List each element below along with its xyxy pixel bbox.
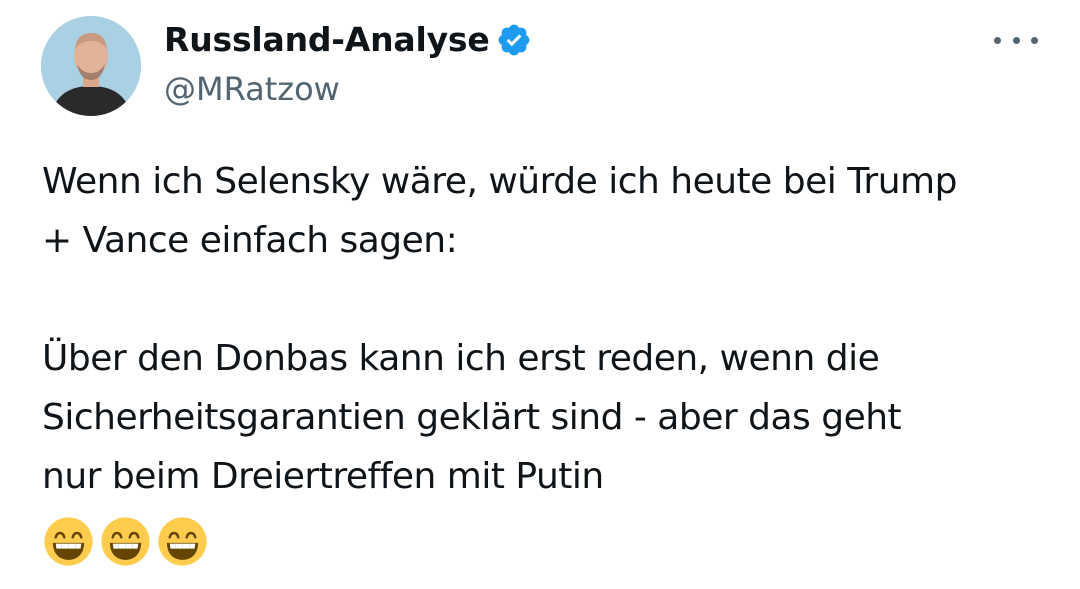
- emoji-row: [43, 516, 208, 567]
- avatar-image: [41, 16, 141, 116]
- grinning-face-icon: [100, 516, 151, 567]
- tweet-paragraph-1: Wenn ich Selensky wäre, würde ich heute …: [42, 161, 957, 261]
- verified-badge-icon[interactable]: [496, 22, 532, 58]
- tweet-card: Russland-Analyse @MRatzow Wenn ich Selen…: [0, 0, 1080, 589]
- tweet-paragraph-2: Über den Donbas kann ich erst reden, wen…: [42, 338, 902, 497]
- grinning-face-icon: [157, 516, 208, 567]
- more-horizontal-icon: [994, 36, 1001, 44]
- avatar[interactable]: [41, 16, 141, 116]
- tweet-text: Wenn ich Selensky wäre, würde ich heute …: [42, 152, 1052, 506]
- author-handle[interactable]: @MRatzow: [164, 70, 340, 108]
- grinning-face-icon: [43, 516, 94, 567]
- display-name[interactable]: Russland-Analyse: [164, 20, 490, 59]
- author-name-row: Russland-Analyse: [164, 20, 532, 59]
- more-options-button[interactable]: [994, 28, 1038, 52]
